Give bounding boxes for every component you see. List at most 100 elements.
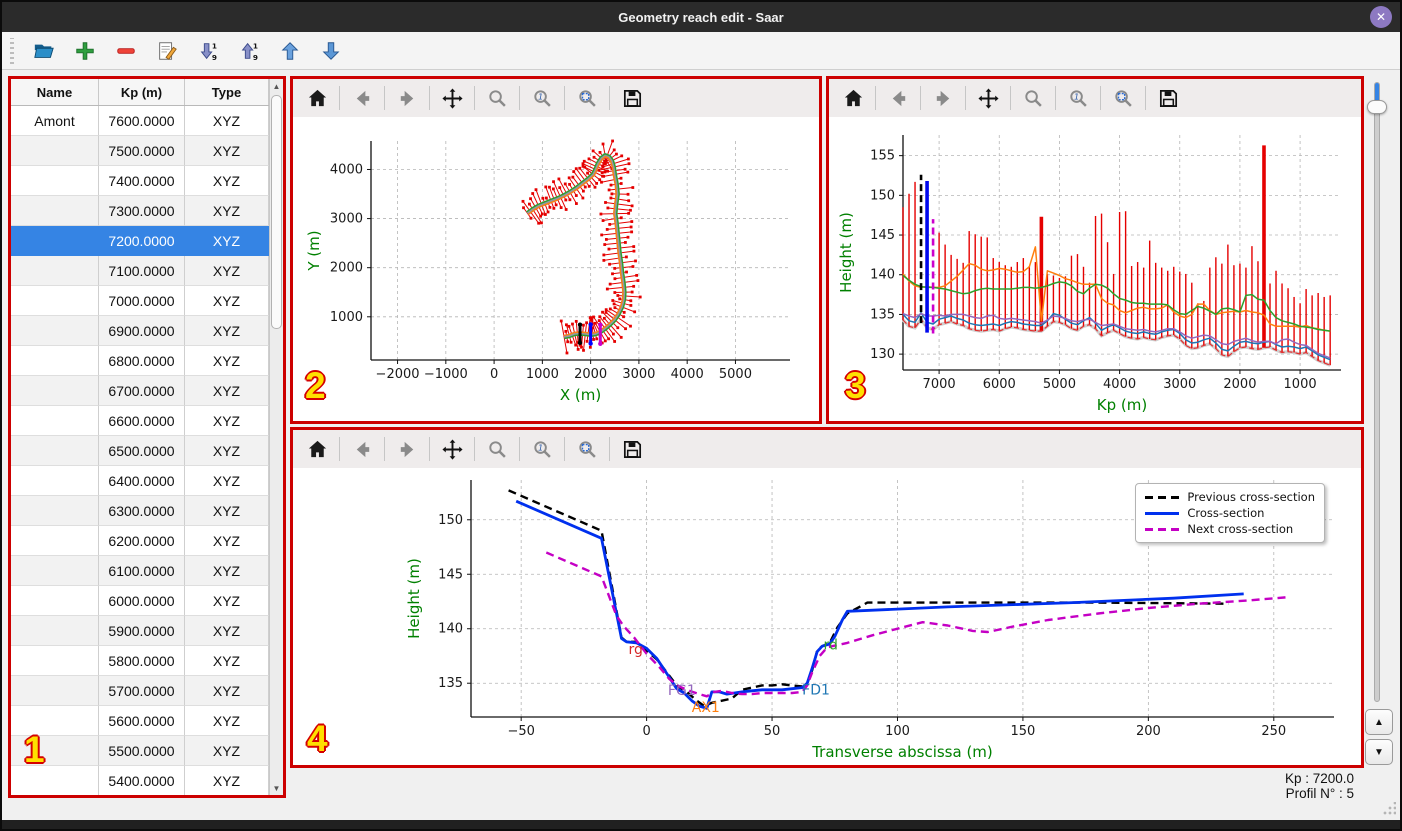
table-cell[interactable]: 5500.0000 xyxy=(99,736,185,766)
scroll-up-icon[interactable]: ▲ xyxy=(270,79,283,93)
table-row[interactable]: 7500.0000 XYZ xyxy=(11,136,269,166)
table-cell[interactable]: XYZ xyxy=(185,376,269,406)
move-down-icon[interactable] xyxy=(318,38,344,64)
table-cell[interactable] xyxy=(11,526,99,556)
zoom-one-icon[interactable]: 1 xyxy=(1064,84,1092,112)
resize-grip[interactable] xyxy=(1382,802,1396,816)
table-cell[interactable]: XYZ xyxy=(185,526,269,556)
save-icon[interactable] xyxy=(618,84,646,112)
open-icon[interactable] xyxy=(31,38,57,64)
table-row[interactable]: 5800.0000 XYZ xyxy=(11,646,269,676)
table-cell[interactable]: XYZ xyxy=(185,736,269,766)
table-cell[interactable]: 6000.0000 xyxy=(99,586,185,616)
table-cell[interactable] xyxy=(11,586,99,616)
table-cell[interactable] xyxy=(11,646,99,676)
header-kp[interactable]: Kp (m) xyxy=(99,79,185,105)
profile-up-button[interactable]: ▲ xyxy=(1365,709,1393,735)
table-row[interactable]: 7100.0000 XYZ xyxy=(11,256,269,286)
table-cell[interactable] xyxy=(11,556,99,586)
table-row[interactable]: Amont 7600.0000 XYZ xyxy=(11,106,269,136)
table-row[interactable]: 5500.0000 XYZ xyxy=(11,736,269,766)
table-row[interactable]: 7400.0000 XYZ xyxy=(11,166,269,196)
zoom-one-icon[interactable]: 1 xyxy=(528,435,556,463)
table-cell[interactable]: XYZ xyxy=(185,466,269,496)
zoom-icon[interactable] xyxy=(1019,84,1047,112)
table-cell[interactable]: XYZ xyxy=(185,406,269,436)
table-cell[interactable]: 6800.0000 xyxy=(99,346,185,376)
save-icon[interactable] xyxy=(1154,84,1182,112)
table-cell[interactable] xyxy=(11,766,99,795)
scrollbar-thumb[interactable] xyxy=(271,95,282,329)
table-cell[interactable]: 6200.0000 xyxy=(99,526,185,556)
table-cell[interactable]: 5600.0000 xyxy=(99,706,185,736)
table-cell[interactable] xyxy=(11,136,99,166)
table-cell[interactable] xyxy=(11,376,99,406)
table-cell[interactable] xyxy=(11,196,99,226)
save-icon[interactable] xyxy=(618,435,646,463)
table-row[interactable]: 6100.0000 XYZ xyxy=(11,556,269,586)
table-cell[interactable] xyxy=(11,316,99,346)
table-cell[interactable]: 6100.0000 xyxy=(99,556,185,586)
table-cell[interactable]: 5700.0000 xyxy=(99,676,185,706)
zoom-icon[interactable] xyxy=(483,84,511,112)
table-cell[interactable]: XYZ xyxy=(185,166,269,196)
sort-asc-icon[interactable]: 19 xyxy=(236,38,262,64)
table-cell[interactable] xyxy=(11,286,99,316)
table-row[interactable]: 6600.0000 XYZ xyxy=(11,406,269,436)
table-row[interactable]: 5600.0000 XYZ xyxy=(11,706,269,736)
table-cell[interactable]: 6600.0000 xyxy=(99,406,185,436)
slider-handle[interactable] xyxy=(1367,100,1387,114)
pan-icon[interactable] xyxy=(438,84,466,112)
table-cell[interactable]: XYZ xyxy=(185,346,269,376)
table-cell[interactable] xyxy=(11,466,99,496)
zoom-icon[interactable] xyxy=(483,435,511,463)
profile-position-slider[interactable] xyxy=(1374,82,1380,702)
edit-icon[interactable] xyxy=(154,38,180,64)
table-cell[interactable]: 7000.0000 xyxy=(99,286,185,316)
toolbar-drag-handle[interactable] xyxy=(10,37,14,64)
zoom-fit-icon[interactable] xyxy=(573,435,601,463)
table-cell[interactable] xyxy=(11,616,99,646)
table-cell[interactable] xyxy=(11,496,99,526)
table-cell[interactable]: 6700.0000 xyxy=(99,376,185,406)
back-icon[interactable] xyxy=(348,84,376,112)
header-name[interactable]: Name xyxy=(11,79,99,105)
table-cell[interactable]: XYZ xyxy=(185,496,269,526)
table-cell[interactable]: XYZ xyxy=(185,556,269,586)
pan-icon[interactable] xyxy=(438,435,466,463)
table-cell[interactable]: 6300.0000 xyxy=(99,496,185,526)
sort-desc-icon[interactable]: 19 xyxy=(195,38,221,64)
profile-down-button[interactable]: ▼ xyxy=(1365,739,1393,765)
table-cell[interactable] xyxy=(11,406,99,436)
table-cell[interactable]: XYZ xyxy=(185,106,269,136)
forward-icon[interactable] xyxy=(929,84,957,112)
table-row[interactable]: 6700.0000 XYZ xyxy=(11,376,269,406)
table-cell[interactable]: XYZ xyxy=(185,256,269,286)
table-cell[interactable]: XYZ xyxy=(185,226,269,256)
table-cell[interactable]: XYZ xyxy=(185,706,269,736)
table-row[interactable]: 5900.0000 XYZ xyxy=(11,616,269,646)
table-cell[interactable]: 5400.0000 xyxy=(99,766,185,795)
back-icon[interactable] xyxy=(348,435,376,463)
table-row[interactable]: 6200.0000 XYZ xyxy=(11,526,269,556)
table-cell[interactable]: XYZ xyxy=(185,676,269,706)
table-row[interactable]: 7000.0000 XYZ xyxy=(11,286,269,316)
table-cell[interactable]: 7500.0000 xyxy=(99,136,185,166)
table-cell[interactable]: 6400.0000 xyxy=(99,466,185,496)
table-cell[interactable]: 5900.0000 xyxy=(99,616,185,646)
table-cell[interactable]: Amont xyxy=(11,106,99,136)
scroll-down-icon[interactable]: ▼ xyxy=(270,781,283,795)
table-cell[interactable] xyxy=(11,256,99,286)
table-cell[interactable] xyxy=(11,436,99,466)
table-cell[interactable]: XYZ xyxy=(185,316,269,346)
pan-icon[interactable] xyxy=(974,84,1002,112)
table-cell[interactable] xyxy=(11,166,99,196)
zoom-fit-icon[interactable] xyxy=(573,84,601,112)
table-cell[interactable]: XYZ xyxy=(185,136,269,166)
table-cell[interactable]: 7100.0000 xyxy=(99,256,185,286)
table-cell[interactable]: XYZ xyxy=(185,436,269,466)
table-cell[interactable]: XYZ xyxy=(185,766,269,795)
table-row[interactable]: 6900.0000 XYZ xyxy=(11,316,269,346)
table-cell[interactable] xyxy=(11,226,99,256)
move-up-icon[interactable] xyxy=(277,38,303,64)
